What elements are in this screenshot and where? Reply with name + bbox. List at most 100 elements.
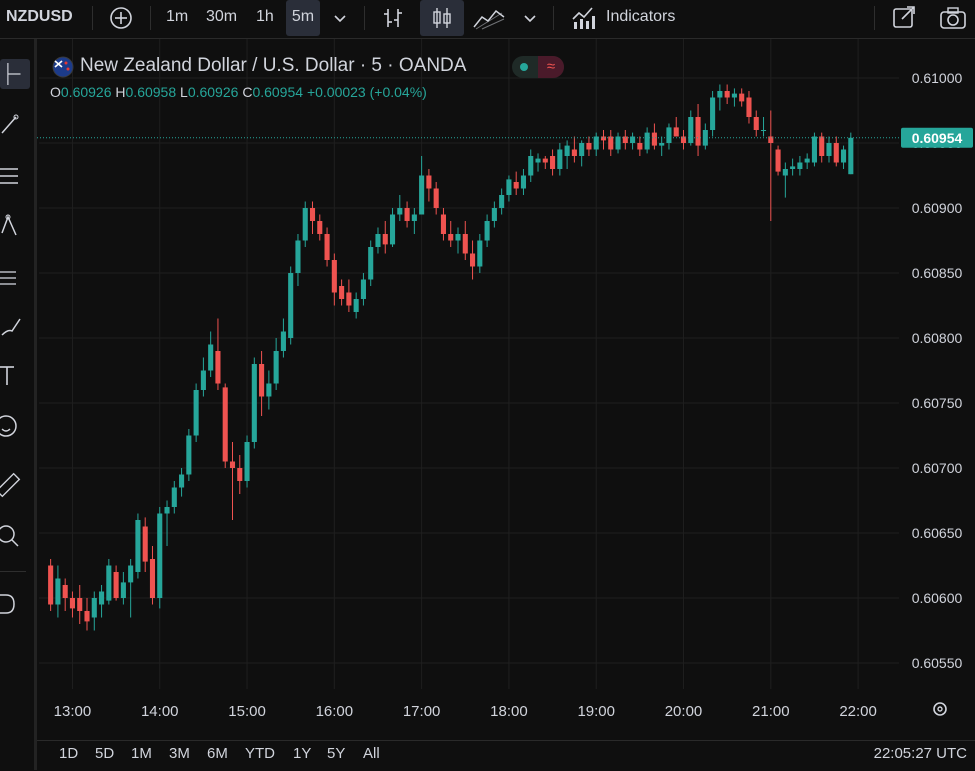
interval-1m[interactable]: 1m (166, 0, 188, 38)
candle-down (237, 455, 243, 494)
time-axis[interactable]: 13:00 14:00 15:00 16:00 17:00 18:00 19:00 20:00… (54, 703, 877, 720)
market-status-badge[interactable]: ≈ (512, 56, 564, 78)
interval-30m[interactable]: 30m (206, 0, 237, 38)
zoom-in-icon[interactable] (0, 521, 30, 551)
candle-body (346, 292, 352, 306)
range-3m[interactable]: 3M (169, 745, 190, 762)
candle-down (324, 227, 330, 267)
candle-body (579, 143, 585, 156)
range-6m[interactable]: 6M (207, 745, 228, 762)
compare-add-icon[interactable] (108, 5, 134, 31)
candle-body (608, 136, 614, 150)
interval-5m[interactable]: 5m (286, 0, 320, 36)
symbol-search[interactable]: NZDUSD (6, 0, 73, 38)
range-1m[interactable]: 1M (131, 745, 152, 762)
time-tick-label: 19:00 (577, 703, 615, 720)
range-5y[interactable]: 5Y (327, 745, 345, 762)
candle-body (237, 468, 243, 481)
candle-body (113, 572, 119, 598)
candle-up (266, 370, 272, 410)
price-tick-label: 0.60650 (912, 525, 963, 541)
candle-body (840, 149, 847, 163)
crosshair-icon[interactable] (0, 59, 30, 89)
candle-down (695, 104, 701, 156)
toolbar-divider (150, 6, 151, 30)
candle-body (389, 214, 396, 245)
bar-chart-type-icon[interactable] (380, 5, 406, 31)
utc-clock[interactable]: 22:05:27 UTC (874, 745, 967, 762)
candle-body (440, 214, 446, 234)
candle-up (782, 162, 788, 198)
candle-body (659, 143, 665, 146)
text-tool-icon[interactable] (0, 361, 30, 391)
candle-body (797, 162, 803, 169)
candle-up (273, 338, 279, 390)
candle-up (411, 208, 417, 234)
candle-up (790, 158, 796, 176)
candle-down (346, 279, 352, 312)
open-label: O (50, 84, 61, 100)
fib-retracement-icon[interactable] (0, 161, 30, 191)
candle-body (462, 234, 468, 254)
pattern-tool-icon[interactable] (0, 211, 30, 241)
interval-1h[interactable]: 1h (256, 0, 274, 38)
price-axis[interactable]: 0.610000.609500.609000.608500.608000.607… (912, 70, 963, 671)
open-value: 0.60926 (60, 84, 112, 100)
range-1d[interactable]: 1D (59, 745, 78, 762)
range-1y[interactable]: 1Y (293, 745, 311, 762)
time-tick-label: 14:00 (141, 703, 179, 720)
candle-body (448, 234, 454, 241)
delayed-data-icon: ≈ (538, 56, 564, 78)
candle-down (309, 201, 316, 234)
candle-up (171, 481, 177, 514)
chevron-down-icon[interactable] (522, 10, 538, 26)
candle-down (222, 383, 228, 468)
candle-body (651, 132, 657, 146)
camera-icon[interactable] (938, 4, 968, 32)
price-tick-label: 0.60550 (912, 655, 963, 671)
emoji-icon[interactable] (0, 411, 30, 441)
candle-body (222, 387, 228, 462)
chart-settings-icon[interactable] (933, 702, 947, 716)
candle-up (702, 123, 708, 150)
chart-title[interactable]: New Zealand Dollar / U.S. Dollar · 5 · O… (80, 55, 466, 77)
magnet-icon[interactable] (0, 589, 30, 619)
candle-body (360, 279, 366, 299)
candle-body (455, 234, 461, 241)
candle-body (404, 208, 410, 221)
candle-down (48, 559, 54, 611)
candle-body (666, 127, 672, 143)
candle-body (506, 179, 512, 195)
candle-up (360, 273, 366, 306)
candle-down (462, 221, 468, 260)
chevron-down-icon[interactable] (332, 10, 348, 26)
candle-body (564, 145, 570, 156)
candles-chart-type-button[interactable] (420, 0, 464, 36)
brush-icon[interactable] (0, 311, 30, 341)
candle-body (528, 156, 534, 176)
fullscreen-icon[interactable] (890, 4, 918, 32)
ruler-icon[interactable] (0, 471, 30, 501)
area-chart-type-icon[interactable] (472, 5, 506, 31)
candle-body (615, 136, 621, 150)
candle-body (586, 143, 592, 150)
candle-up (280, 318, 286, 358)
range-ytd[interactable]: YTD (245, 745, 275, 762)
forecast-tool-icon[interactable] (0, 263, 30, 293)
price-chart[interactable]: 0.610000.609500.609000.608500.608000.607… (37, 39, 975, 730)
range-all[interactable]: All (363, 745, 380, 762)
indicators-button[interactable]: Indicators (606, 0, 675, 38)
price-tick-label: 0.60850 (912, 265, 963, 281)
last-price-value: 0.60954 (912, 130, 963, 146)
indicators-icon[interactable] (570, 5, 598, 31)
trend-line-icon[interactable] (0, 109, 30, 139)
range-5d[interactable]: 5D (95, 745, 114, 762)
candle-down (819, 132, 825, 163)
candle-up (528, 149, 534, 182)
candle-up (484, 214, 490, 247)
candle-down (113, 565, 119, 601)
candle-up (389, 208, 396, 247)
candle-down (142, 517, 148, 572)
candle-body (600, 136, 607, 141)
candle-body (826, 143, 832, 156)
